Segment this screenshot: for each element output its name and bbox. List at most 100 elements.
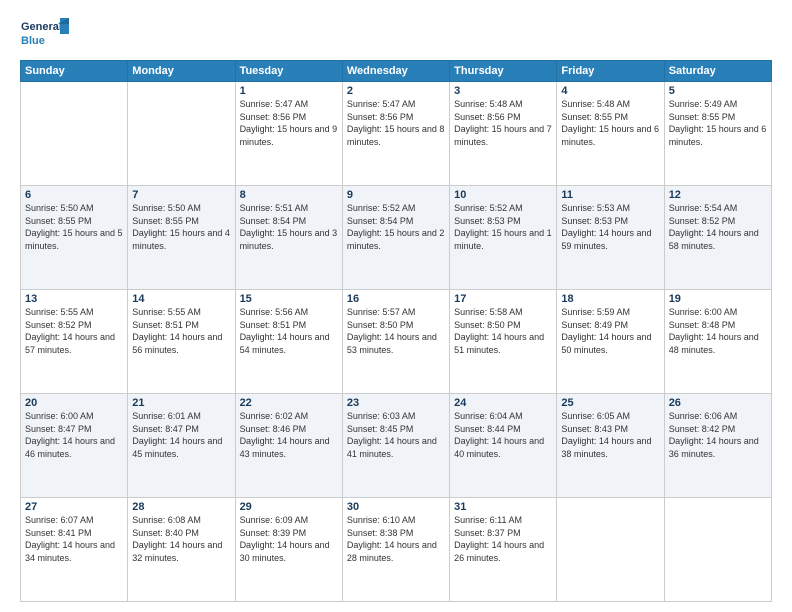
day-number: 16 <box>347 293 445 305</box>
day-info: Sunrise: 5:54 AM Sunset: 8:52 PM Dayligh… <box>669 202 767 252</box>
calendar-cell: 29Sunrise: 6:09 AM Sunset: 8:39 PM Dayli… <box>235 498 342 602</box>
calendar-cell: 12Sunrise: 5:54 AM Sunset: 8:52 PM Dayli… <box>664 186 771 290</box>
calendar-cell: 20Sunrise: 6:00 AM Sunset: 8:47 PM Dayli… <box>21 394 128 498</box>
weekday-header-tuesday: Tuesday <box>235 61 342 82</box>
day-number: 10 <box>454 189 552 201</box>
day-info: Sunrise: 5:51 AM Sunset: 8:54 PM Dayligh… <box>240 202 338 252</box>
calendar-cell <box>21 82 128 186</box>
calendar-cell: 3Sunrise: 5:48 AM Sunset: 8:56 PM Daylig… <box>450 82 557 186</box>
day-number: 17 <box>454 293 552 305</box>
day-number: 27 <box>25 501 123 513</box>
day-info: Sunrise: 5:52 AM Sunset: 8:54 PM Dayligh… <box>347 202 445 252</box>
calendar-week-row: 6Sunrise: 5:50 AM Sunset: 8:55 PM Daylig… <box>21 186 772 290</box>
day-number: 31 <box>454 501 552 513</box>
day-info: Sunrise: 6:02 AM Sunset: 8:46 PM Dayligh… <box>240 410 338 460</box>
weekday-header-sunday: Sunday <box>21 61 128 82</box>
calendar-cell: 5Sunrise: 5:49 AM Sunset: 8:55 PM Daylig… <box>664 82 771 186</box>
header: General Blue <box>20 16 772 52</box>
calendar-cell: 30Sunrise: 6:10 AM Sunset: 8:38 PM Dayli… <box>342 498 449 602</box>
day-info: Sunrise: 6:08 AM Sunset: 8:40 PM Dayligh… <box>132 514 230 564</box>
day-info: Sunrise: 5:49 AM Sunset: 8:55 PM Dayligh… <box>669 98 767 148</box>
day-number: 9 <box>347 189 445 201</box>
day-info: Sunrise: 6:10 AM Sunset: 8:38 PM Dayligh… <box>347 514 445 564</box>
day-info: Sunrise: 6:09 AM Sunset: 8:39 PM Dayligh… <box>240 514 338 564</box>
calendar-cell: 9Sunrise: 5:52 AM Sunset: 8:54 PM Daylig… <box>342 186 449 290</box>
calendar-cell: 25Sunrise: 6:05 AM Sunset: 8:43 PM Dayli… <box>557 394 664 498</box>
day-number: 23 <box>347 397 445 409</box>
calendar-cell: 22Sunrise: 6:02 AM Sunset: 8:46 PM Dayli… <box>235 394 342 498</box>
day-info: Sunrise: 5:55 AM Sunset: 8:51 PM Dayligh… <box>132 306 230 356</box>
day-number: 19 <box>669 293 767 305</box>
calendar-cell: 15Sunrise: 5:56 AM Sunset: 8:51 PM Dayli… <box>235 290 342 394</box>
day-number: 29 <box>240 501 338 513</box>
day-number: 13 <box>25 293 123 305</box>
calendar-header-row: SundayMondayTuesdayWednesdayThursdayFrid… <box>21 61 772 82</box>
day-info: Sunrise: 6:07 AM Sunset: 8:41 PM Dayligh… <box>25 514 123 564</box>
day-number: 25 <box>561 397 659 409</box>
day-info: Sunrise: 5:47 AM Sunset: 8:56 PM Dayligh… <box>240 98 338 148</box>
day-info: Sunrise: 6:03 AM Sunset: 8:45 PM Dayligh… <box>347 410 445 460</box>
calendar-week-row: 20Sunrise: 6:00 AM Sunset: 8:47 PM Dayli… <box>21 394 772 498</box>
day-info: Sunrise: 5:50 AM Sunset: 8:55 PM Dayligh… <box>132 202 230 252</box>
calendar-week-row: 27Sunrise: 6:07 AM Sunset: 8:41 PM Dayli… <box>21 498 772 602</box>
day-number: 6 <box>25 189 123 201</box>
day-info: Sunrise: 6:11 AM Sunset: 8:37 PM Dayligh… <box>454 514 552 564</box>
day-number: 11 <box>561 189 659 201</box>
logo-svg: General Blue <box>20 16 70 52</box>
day-number: 20 <box>25 397 123 409</box>
calendar-cell: 23Sunrise: 6:03 AM Sunset: 8:45 PM Dayli… <box>342 394 449 498</box>
day-info: Sunrise: 5:59 AM Sunset: 8:49 PM Dayligh… <box>561 306 659 356</box>
day-number: 15 <box>240 293 338 305</box>
day-info: Sunrise: 6:00 AM Sunset: 8:47 PM Dayligh… <box>25 410 123 460</box>
day-info: Sunrise: 5:52 AM Sunset: 8:53 PM Dayligh… <box>454 202 552 252</box>
day-info: Sunrise: 5:57 AM Sunset: 8:50 PM Dayligh… <box>347 306 445 356</box>
day-number: 30 <box>347 501 445 513</box>
day-number: 3 <box>454 85 552 97</box>
calendar-cell: 1Sunrise: 5:47 AM Sunset: 8:56 PM Daylig… <box>235 82 342 186</box>
logo: General Blue <box>20 16 70 52</box>
day-number: 28 <box>132 501 230 513</box>
day-number: 1 <box>240 85 338 97</box>
day-info: Sunrise: 5:48 AM Sunset: 8:56 PM Dayligh… <box>454 98 552 148</box>
day-number: 7 <box>132 189 230 201</box>
calendar-cell: 27Sunrise: 6:07 AM Sunset: 8:41 PM Dayli… <box>21 498 128 602</box>
calendar-cell: 24Sunrise: 6:04 AM Sunset: 8:44 PM Dayli… <box>450 394 557 498</box>
calendar-cell: 8Sunrise: 5:51 AM Sunset: 8:54 PM Daylig… <box>235 186 342 290</box>
day-number: 5 <box>669 85 767 97</box>
day-info: Sunrise: 6:05 AM Sunset: 8:43 PM Dayligh… <box>561 410 659 460</box>
calendar-cell: 2Sunrise: 5:47 AM Sunset: 8:56 PM Daylig… <box>342 82 449 186</box>
svg-text:Blue: Blue <box>21 35 45 47</box>
calendar-cell: 4Sunrise: 5:48 AM Sunset: 8:55 PM Daylig… <box>557 82 664 186</box>
day-number: 12 <box>669 189 767 201</box>
day-info: Sunrise: 6:06 AM Sunset: 8:42 PM Dayligh… <box>669 410 767 460</box>
day-info: Sunrise: 6:04 AM Sunset: 8:44 PM Dayligh… <box>454 410 552 460</box>
calendar-cell: 31Sunrise: 6:11 AM Sunset: 8:37 PM Dayli… <box>450 498 557 602</box>
calendar-cell: 10Sunrise: 5:52 AM Sunset: 8:53 PM Dayli… <box>450 186 557 290</box>
calendar-cell: 21Sunrise: 6:01 AM Sunset: 8:47 PM Dayli… <box>128 394 235 498</box>
calendar-cell <box>664 498 771 602</box>
calendar-cell: 18Sunrise: 5:59 AM Sunset: 8:49 PM Dayli… <box>557 290 664 394</box>
calendar-table: SundayMondayTuesdayWednesdayThursdayFrid… <box>20 60 772 602</box>
svg-text:General: General <box>21 21 62 33</box>
calendar-cell: 19Sunrise: 6:00 AM Sunset: 8:48 PM Dayli… <box>664 290 771 394</box>
calendar-cell: 11Sunrise: 5:53 AM Sunset: 8:53 PM Dayli… <box>557 186 664 290</box>
day-number: 22 <box>240 397 338 409</box>
calendar-cell <box>557 498 664 602</box>
day-info: Sunrise: 5:53 AM Sunset: 8:53 PM Dayligh… <box>561 202 659 252</box>
day-number: 14 <box>132 293 230 305</box>
day-info: Sunrise: 6:00 AM Sunset: 8:48 PM Dayligh… <box>669 306 767 356</box>
day-info: Sunrise: 5:48 AM Sunset: 8:55 PM Dayligh… <box>561 98 659 148</box>
day-number: 21 <box>132 397 230 409</box>
weekday-header-monday: Monday <box>128 61 235 82</box>
calendar-cell: 7Sunrise: 5:50 AM Sunset: 8:55 PM Daylig… <box>128 186 235 290</box>
page: General Blue SundayMondayTuesdayWednesda… <box>0 0 792 612</box>
day-number: 2 <box>347 85 445 97</box>
calendar-cell: 16Sunrise: 5:57 AM Sunset: 8:50 PM Dayli… <box>342 290 449 394</box>
calendar-cell: 14Sunrise: 5:55 AM Sunset: 8:51 PM Dayli… <box>128 290 235 394</box>
calendar-cell: 26Sunrise: 6:06 AM Sunset: 8:42 PM Dayli… <box>664 394 771 498</box>
weekday-header-thursday: Thursday <box>450 61 557 82</box>
day-number: 18 <box>561 293 659 305</box>
day-info: Sunrise: 5:50 AM Sunset: 8:55 PM Dayligh… <box>25 202 123 252</box>
weekday-header-saturday: Saturday <box>664 61 771 82</box>
calendar-cell: 6Sunrise: 5:50 AM Sunset: 8:55 PM Daylig… <box>21 186 128 290</box>
